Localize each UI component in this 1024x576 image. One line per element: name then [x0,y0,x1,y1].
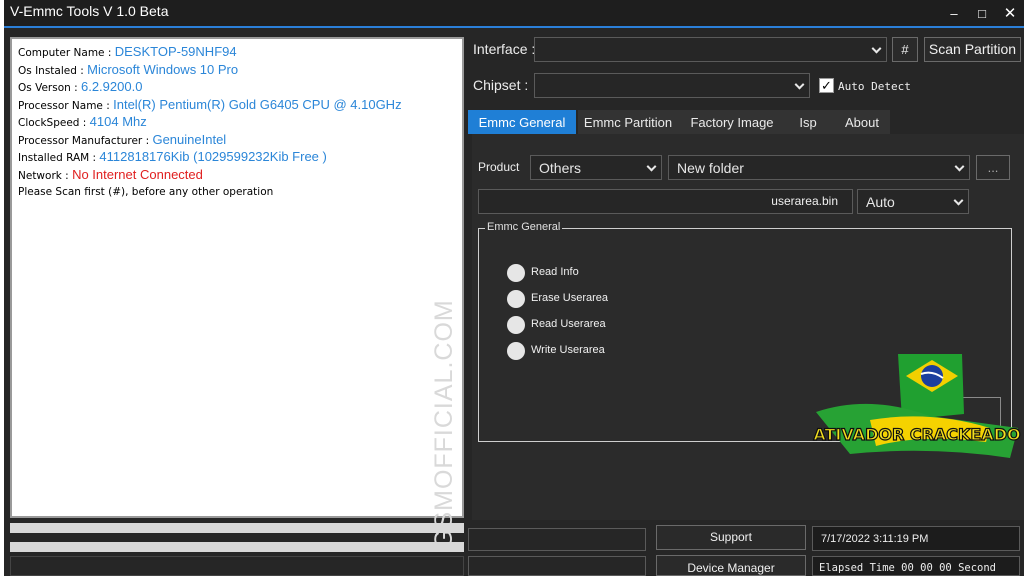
option-label: Read Info [531,266,579,278]
svg-text:GSMOFFICIAL.COM: GSMOFFICIAL.COM [430,301,458,549]
folder-value: New folder [677,160,744,176]
scan-partition-button[interactable]: Scan Partition [924,37,1021,62]
info-key: Os Verson : [18,82,81,94]
browse-button[interactable]: ... [976,155,1010,180]
file-input[interactable]: userarea.bin [478,189,853,214]
info-row: Os Instaled : Microsoft Windows 10 Pro [18,61,456,79]
minimize-icon[interactable]: – [942,4,966,24]
info-row: Please Scan first (#), before any other … [18,183,456,201]
progress-bar-primary [10,523,464,533]
chevron-down-icon [954,161,965,172]
mode-select[interactable]: Auto [857,189,969,214]
auto-detect-checkbox[interactable]: ✓ [819,78,834,93]
chevron-down-icon [953,195,964,206]
network-status-value: No Internet Connected [72,166,203,182]
tab-emmc-general[interactable]: Emmc General [468,110,576,134]
option-label: Read Userarea [531,318,606,330]
radio-read-info[interactable] [507,264,525,282]
title-bar: V-Emmc Tools V 1.0 Beta – □ ✕ [4,0,1024,28]
status-field [468,528,646,551]
info-key: ClockSpeed : [18,117,90,129]
info-value: Intel(R) Pentium(R) Gold G6405 CPU @ 4.1… [113,96,402,112]
info-row: Computer Name : DESKTOP-59NHF94 [18,43,456,61]
info-row: Os Verson : 6.2.9200.0 [18,78,456,96]
info-key: Processor Manufacturer : [18,134,153,147]
info-row: Network : No Internet Connected [18,166,456,184]
info-value: 6.2.9200.0 [80,79,143,94]
scan-hash-button[interactable]: # [892,37,918,62]
tab-factory-image[interactable]: Factory Image [684,110,780,134]
log-field [10,556,464,576]
progress-bar-secondary [10,542,464,552]
file-value: userarea.bin [771,194,838,208]
device-manager-button[interactable]: Device Manager [656,555,806,576]
product-select[interactable]: Others [530,155,662,180]
mode-value: Auto [866,194,895,210]
product-label: Product [478,160,520,174]
info-value: 4112818176Kib (1029599232Kib Free ) [99,149,327,164]
option-label: Write Userarea [531,344,605,356]
status-field-2 [468,556,646,576]
info-key: Processor Name : [18,99,114,112]
info-value: 4104 Mhz [89,114,147,129]
elapsed-value: Elapsed Time 00 00 00 Second [819,562,997,574]
info-row: Installed RAM : 4112818176Kib (102959923… [18,148,456,166]
chipset-label: Chipset : [473,77,529,93]
maximize-icon[interactable]: □ [970,4,994,24]
info-row: Processor Manufacturer : GenuineIntel [18,131,456,149]
close-icon[interactable]: ✕ [998,4,1022,24]
auto-detect-label: Auto Detect [838,80,911,93]
brazil-flag-logo: ATIVADOR CRACKEADO [813,354,1021,458]
datetime-display: 7/17/2022 3:11:19 PM [812,526,1020,551]
info-value: GenuineIntel [152,131,227,147]
chevron-down-icon [794,79,805,90]
info-value: Microsoft Windows 10 Pro [87,61,239,77]
support-button[interactable]: Support [656,525,806,550]
interface-select[interactable] [534,37,887,62]
svg-text:ATIVADOR CRACKEADO: ATIVADOR CRACKEADO [813,425,1020,444]
radio-erase-userarea[interactable] [507,290,525,308]
option-label: Erase Userarea [531,292,609,304]
chevron-down-icon [646,161,657,172]
tab-emmc-partition[interactable]: Emmc Partition [580,110,676,134]
info-key: Please Scan first (#), before any other … [18,186,274,198]
interface-label: Interface : [473,41,536,57]
info-key: Os Instaled : [18,64,88,77]
info-row: ClockSpeed : 4104 Mhz [18,113,456,131]
datetime-value: 7/17/2022 3:11:19 PM [821,533,929,545]
info-row: Processor Name : Intel(R) Pentium(R) Gol… [18,96,456,114]
product-value: Others [539,160,582,176]
folder-select[interactable]: New folder [668,155,970,180]
window-title: V-Emmc Tools V 1.0 Beta [10,3,169,19]
system-info-panel: Computer Name : DESKTOP-59NHF94 Os Insta… [10,37,464,549]
info-value: DESKTOP-59NHF94 [114,44,237,59]
radio-write-userarea[interactable] [507,342,525,360]
elapsed-display: Elapsed Time 00 00 00 Second [812,556,1020,576]
info-key: Computer Name : [18,47,115,59]
group-label: Emmc General [485,221,563,233]
tab-isp[interactable]: Isp [790,110,826,134]
radio-read-userarea[interactable] [507,316,525,334]
app-window: V-Emmc Tools V 1.0 Beta – □ ✕ Computer N… [4,0,1024,576]
tab-about[interactable]: About [834,110,890,134]
watermark: GSMOFFICIAL.COM [430,301,458,549]
info-key: Installed RAM : [18,152,100,164]
chevron-down-icon [871,43,882,54]
chipset-select[interactable] [534,73,810,98]
info-key: Network : [18,169,73,182]
